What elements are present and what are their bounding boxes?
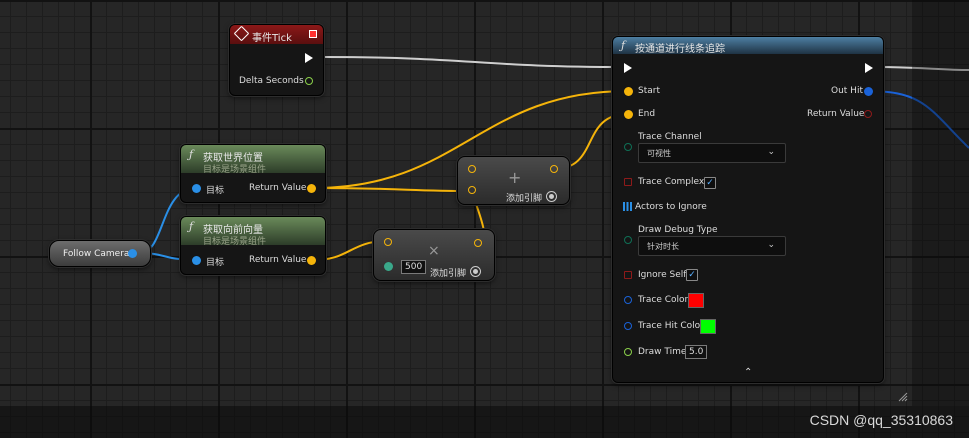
- exec-wire: [321, 56, 625, 68]
- add-pin-label: 添加引脚: [430, 269, 467, 279]
- end-label: End: [638, 109, 656, 119]
- chevron-down-icon: ⌄: [767, 147, 775, 157]
- collapse-arrow-icon[interactable]: ⌃: [744, 367, 752, 378]
- trace-hit-color-label: Trace Hit Color: [638, 321, 704, 331]
- return-value-label: Return Value: [807, 109, 865, 119]
- follow-camera-variable-node[interactable]: Follow Camera: [49, 240, 151, 267]
- actors-to-ignore-label: Actors to Ignore: [635, 202, 707, 212]
- event-tick-node[interactable]: 事件Tick Delta Seconds: [229, 24, 324, 96]
- target-pin[interactable]: [192, 256, 201, 265]
- target-label: 目标: [206, 258, 225, 268]
- event-tick-title: 事件Tick: [252, 33, 292, 44]
- return-value-label: Return Value: [249, 183, 307, 193]
- draw-time-label: Draw Time: [638, 347, 687, 357]
- multiply-input-a-pin[interactable]: [384, 238, 392, 246]
- exec-out-pin[interactable]: [305, 53, 313, 63]
- ignore-self-checkbox[interactable]: ✓: [686, 269, 698, 281]
- add-pin-button[interactable]: 添加引脚: [430, 265, 482, 279]
- trace-channel-label: Trace Channel: [638, 132, 702, 142]
- start-pin[interactable]: [624, 87, 633, 96]
- get-forward-vector-node[interactable]: ƒ 获取向前向量 目标是场景组件 目标 Return Value: [180, 216, 326, 275]
- resize-grip-icon[interactable]: [898, 392, 908, 402]
- add-pin-button[interactable]: 添加引脚: [506, 190, 558, 204]
- return-value-pin[interactable]: [864, 110, 872, 118]
- trace-channel-value: 可视性: [647, 149, 671, 158]
- add-output-pin[interactable]: [550, 165, 558, 173]
- trace-color-label: Trace Color: [638, 295, 689, 305]
- line-trace-header: ƒ 按通道进行线条追踪: [613, 37, 883, 55]
- trace-complex-pin[interactable]: [624, 178, 632, 186]
- ignore-self-label: Ignore Self: [638, 270, 687, 280]
- multiply-value-input[interactable]: 500: [401, 260, 427, 274]
- add-pin-icon: [470, 266, 482, 277]
- trace-channel-dropdown[interactable]: 可视性 ⌄: [638, 143, 786, 163]
- out-hit-label: Out Hit: [831, 86, 863, 96]
- exec-in-pin[interactable]: [624, 63, 632, 73]
- trace-hit-color-pin[interactable]: [624, 322, 632, 330]
- delta-seconds-pin[interactable]: [305, 77, 313, 85]
- exec-out-pin[interactable]: [865, 63, 873, 73]
- add-symbol: +: [508, 168, 522, 187]
- add-pin-icon: [546, 191, 558, 202]
- vector-multiply-node[interactable]: × 500 添加引脚: [373, 229, 495, 281]
- vector-wire-loc-add: [313, 187, 472, 192]
- function-icon: ƒ: [621, 39, 626, 52]
- get-forward-vector-subtitle: 目标是场景组件: [203, 237, 267, 247]
- follow-camera-pin[interactable]: [128, 249, 137, 258]
- out-hit-pin[interactable]: [864, 87, 873, 96]
- exec-delegate-icon[interactable]: [309, 30, 317, 38]
- trace-channel-pin[interactable]: [624, 143, 632, 151]
- multiply-symbol: ×: [428, 243, 440, 259]
- chevron-down-icon: ⌄: [767, 240, 775, 250]
- return-value-pin[interactable]: [307, 256, 316, 265]
- trace-complex-checkbox[interactable]: ✓: [704, 177, 716, 189]
- start-label: Start: [638, 86, 660, 96]
- blueprint-graph-canvas[interactable]: 事件Tick Delta Seconds ƒ 获取世界位置 目标是场景组件 目标…: [0, 0, 969, 438]
- return-value-pin[interactable]: [307, 184, 316, 193]
- draw-debug-type-dropdown[interactable]: 针对时长 ⌄: [638, 236, 786, 256]
- watermark-text: CSDN @qq_35310863: [809, 412, 953, 428]
- get-world-location-node[interactable]: ƒ 获取世界位置 目标是场景组件 目标 Return Value: [180, 144, 326, 203]
- get-world-location-header: ƒ 获取世界位置 目标是场景组件: [181, 145, 325, 175]
- return-value-label: Return Value: [249, 255, 307, 265]
- event-tick-header: 事件Tick: [230, 25, 323, 44]
- line-trace-title: 按通道进行线条追踪: [635, 44, 725, 55]
- end-pin[interactable]: [624, 110, 633, 119]
- trace-color-swatch[interactable]: [688, 293, 704, 308]
- add-input-a-pin[interactable]: [468, 165, 476, 173]
- multiply-output-pin[interactable]: [474, 239, 482, 247]
- draw-debug-type-value: 针对时长: [647, 242, 679, 251]
- graph-right-band: [912, 0, 969, 406]
- target-label: 目标: [206, 186, 225, 196]
- draw-time-pin[interactable]: [624, 348, 632, 356]
- ignore-self-pin[interactable]: [624, 271, 632, 279]
- array-pin-icon[interactable]: [623, 202, 632, 211]
- function-icon: ƒ: [189, 220, 194, 233]
- trace-color-pin[interactable]: [624, 296, 632, 304]
- follow-camera-label: Follow Camera: [63, 249, 130, 259]
- draw-debug-type-pin[interactable]: [624, 236, 632, 244]
- multiply-float-pin[interactable]: [384, 262, 393, 271]
- target-pin[interactable]: [192, 184, 201, 193]
- line-trace-by-channel-node[interactable]: ƒ 按通道进行线条追踪 Start Out Hit End Return Val…: [612, 36, 884, 383]
- delta-seconds-label: Delta Seconds: [239, 76, 304, 86]
- draw-debug-type-label: Draw Debug Type: [638, 225, 718, 235]
- get-forward-vector-header: ƒ 获取向前向量 目标是场景组件: [181, 217, 325, 247]
- get-world-location-subtitle: 目标是场景组件: [203, 165, 267, 175]
- vector-add-node[interactable]: + 添加引脚: [457, 156, 570, 205]
- add-pin-label: 添加引脚: [506, 194, 543, 204]
- trace-hit-color-swatch[interactable]: [700, 319, 716, 334]
- draw-time-input[interactable]: 5.0: [685, 345, 708, 359]
- trace-complex-label: Trace Complex: [638, 177, 705, 187]
- add-input-b-pin[interactable]: [468, 186, 476, 194]
- function-icon: ƒ: [189, 148, 194, 161]
- event-icon: [233, 25, 250, 42]
